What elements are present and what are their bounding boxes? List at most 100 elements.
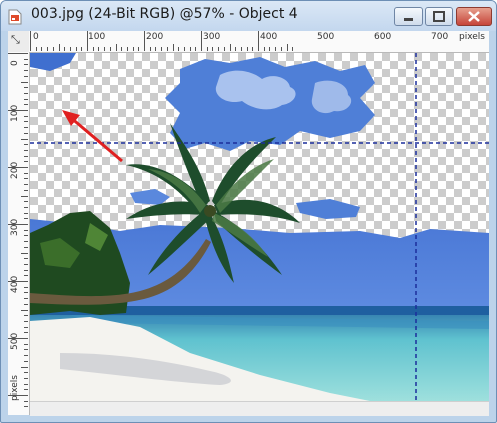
v-ruler-label-400: 400: [10, 275, 20, 293]
h-ruler-tick: [252, 47, 254, 51]
h-ruler-tick: [166, 47, 168, 51]
h-ruler-tick: [275, 47, 277, 51]
close-icon: [468, 11, 480, 22]
h-ruler-label-100: 100: [88, 32, 106, 42]
h-ruler-tick: [292, 47, 294, 51]
v-ruler-tick: [24, 229, 28, 231]
v-ruler-tick: [24, 75, 28, 77]
v-ruler-tick: [24, 218, 28, 220]
v-ruler-label-100: 100: [10, 104, 20, 122]
h-ruler-tick: [47, 47, 49, 51]
v-ruler-tick: [21, 366, 28, 368]
horizontal-ruler[interactable]: 0 100 200 300 400 500 600 700 pixels: [29, 31, 489, 53]
v-ruler-tick: [24, 241, 28, 243]
v-ruler-tick: [24, 292, 28, 294]
minimize-button[interactable]: [394, 7, 423, 26]
minimize-icon: [404, 18, 413, 21]
h-ruler-tick: [115, 44, 117, 51]
v-ruler-tick: [24, 355, 28, 357]
h-ruler-tick: [69, 47, 71, 51]
h-ruler-tick: [30, 31, 31, 51]
h-ruler-tick: [235, 47, 237, 51]
v-ruler-tick: [24, 349, 28, 351]
image-window: 003.jpg (24-Bit RGB) @57% - Object 4 ⤡ 0…: [0, 0, 497, 423]
v-ruler-tick: [24, 263, 28, 265]
h-ruler-tick: [144, 31, 145, 51]
window-title: 003.jpg (24-Bit RGB) @57% - Object 4: [31, 6, 298, 22]
h-ruler-tick: [280, 47, 282, 51]
v-ruler-tick: [24, 144, 28, 146]
ruler-corner[interactable]: ⤡: [8, 31, 30, 53]
v-ruler-tick: [21, 195, 28, 197]
h-ruler-tick: [121, 47, 123, 51]
image-canvas-svg: [30, 53, 489, 401]
v-ruler-tick: [24, 189, 28, 191]
h-ruler-tick: [212, 47, 214, 51]
h-ruler-label-400: 400: [260, 32, 278, 42]
v-ruler-tick: [24, 286, 28, 288]
h-ruler-tick: [189, 47, 191, 51]
v-ruler-tick: [24, 104, 28, 106]
v-ruler-tick: [24, 383, 28, 385]
close-button[interactable]: [456, 7, 492, 26]
v-ruler-tick: [24, 303, 28, 305]
h-ruler-tick: [75, 47, 77, 51]
v-ruler-tick: [24, 161, 28, 163]
h-ruler-tick: [263, 47, 265, 51]
v-ruler-tick: [24, 212, 28, 214]
h-ruler-tick: [269, 47, 271, 51]
h-ruler-tick: [178, 47, 180, 51]
h-ruler-tick: [35, 47, 37, 51]
v-ruler-tick: [24, 400, 28, 402]
h-ruler-tick: [64, 47, 66, 51]
h-ruler-tick: [104, 47, 106, 51]
v-ruler-tick: [24, 132, 28, 134]
v-ruler-tick: [24, 372, 28, 374]
v-ruler-tick: [24, 201, 28, 203]
h-ruler-tick: [229, 44, 231, 51]
v-ruler-tick: [24, 246, 28, 248]
image-document-icon: [8, 9, 22, 25]
h-ruler-tick: [246, 47, 248, 51]
horizontal-scrollbar[interactable]: [30, 401, 489, 416]
h-ruler-label-0: 0: [33, 32, 39, 42]
v-ruler-tick: [24, 275, 28, 277]
v-ruler-tick: [24, 178, 28, 180]
v-ruler-tick: [24, 360, 28, 362]
image-canvas[interactable]: [30, 53, 489, 401]
v-ruler-label-0: 0: [10, 60, 20, 66]
v-ruler-tick: [8, 53, 28, 54]
maximize-button[interactable]: [425, 7, 453, 26]
h-ruler-tick: [161, 47, 163, 51]
vertical-ruler[interactable]: 0 100 200 300 400 500 pixels: [8, 52, 30, 415]
h-ruler-label-200: 200: [146, 32, 164, 42]
v-ruler-tick: [24, 298, 28, 300]
v-ruler-tick: [24, 406, 28, 408]
h-ruler-tick: [201, 31, 202, 51]
v-ruler-tick: [24, 315, 28, 317]
v-ruler-tick: [24, 58, 28, 60]
h-ruler-tick: [92, 47, 94, 51]
h-ruler-tick: [223, 47, 225, 51]
h-ruler-tick: [218, 47, 220, 51]
h-ruler-tick: [132, 47, 134, 51]
v-ruler-label-300: 300: [10, 218, 20, 236]
v-ruler-tick: [24, 115, 28, 117]
v-ruler-tick: [24, 326, 28, 328]
v-ruler-tick: [24, 64, 28, 66]
h-ruler-tick: [41, 47, 43, 51]
v-ruler-tick: [24, 206, 28, 208]
title-bar[interactable]: 003.jpg (24-Bit RGB) @57% - Object 4: [1, 1, 496, 31]
h-ruler-tick: [98, 47, 100, 51]
v-ruler-tick: [24, 127, 28, 129]
h-ruler-tick: [183, 47, 185, 51]
v-ruler-unit: pixels: [10, 375, 20, 401]
v-ruler-tick: [24, 92, 28, 94]
h-ruler-tick: [126, 47, 128, 51]
h-ruler-label-700: 700: [431, 32, 449, 42]
v-ruler-tick: [24, 87, 28, 89]
v-ruler-tick: [24, 172, 28, 174]
h-ruler-tick: [52, 47, 54, 51]
v-ruler-tick: [24, 377, 28, 379]
v-ruler-tick: [24, 269, 28, 271]
